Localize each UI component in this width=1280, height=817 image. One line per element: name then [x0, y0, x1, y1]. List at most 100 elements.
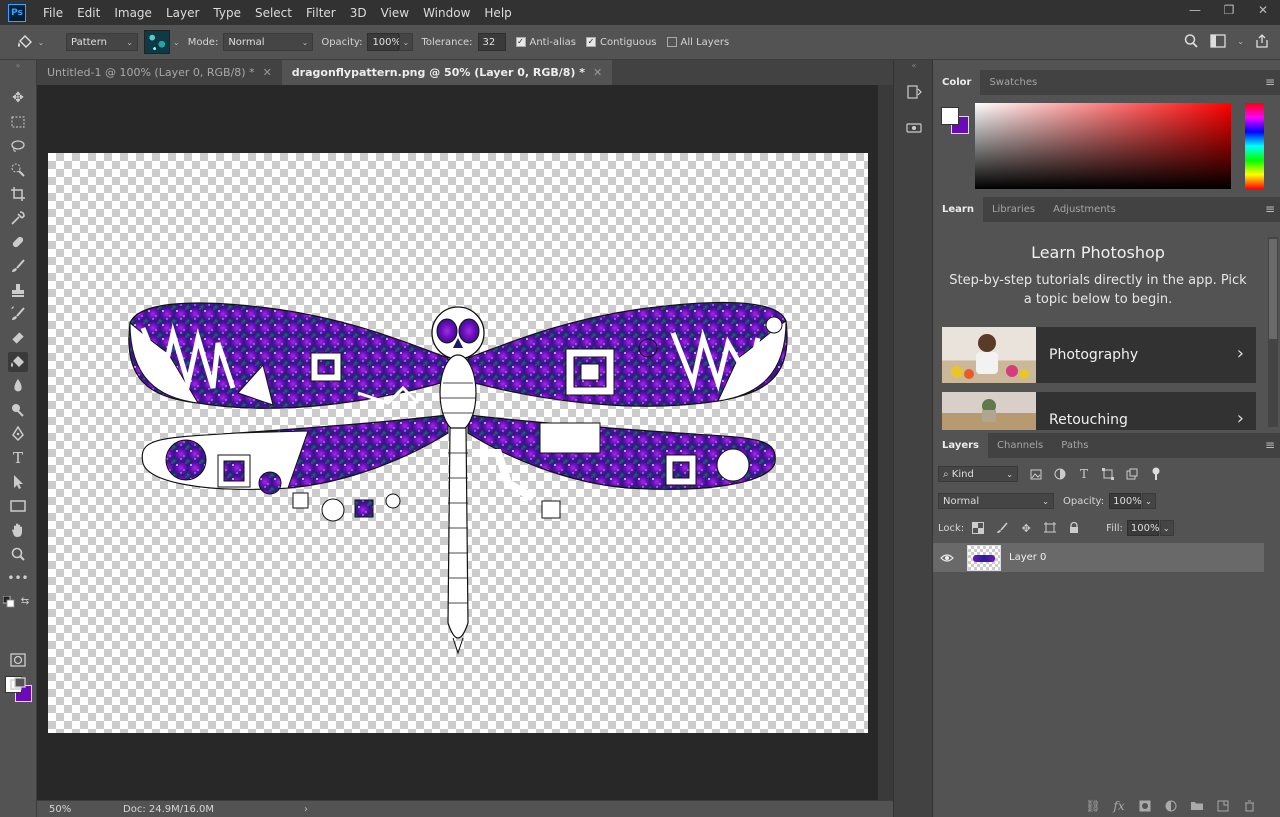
opacity-dropdown[interactable]: ⌄	[399, 33, 414, 51]
document-canvas[interactable]	[48, 153, 868, 733]
trash-icon[interactable]	[1241, 798, 1257, 814]
filter-toggle-icon[interactable]	[1148, 466, 1164, 482]
smart-object-filter-icon[interactable]	[1124, 466, 1140, 482]
chevron-down-icon[interactable]: ⌄	[1237, 37, 1244, 46]
marquee-tool-icon[interactable]	[8, 112, 28, 132]
learn-scrollbar[interactable]	[1268, 237, 1278, 427]
clone-stamp-tool-icon[interactable]	[8, 280, 28, 300]
zoom-tool-icon[interactable]	[8, 544, 28, 564]
zoom-level-field[interactable]: 50%	[49, 804, 85, 815]
lock-position-icon[interactable]: ✥	[1018, 520, 1034, 536]
layer-style-icon[interactable]: fx	[1111, 798, 1127, 814]
share-icon[interactable]	[1254, 33, 1270, 49]
crop-tool-icon[interactable]	[8, 184, 28, 204]
tolerance-input[interactable]: 32	[477, 33, 506, 51]
paint-bucket-tool-icon[interactable]	[8, 352, 28, 372]
lock-transparent-icon[interactable]	[970, 520, 986, 536]
new-layer-icon[interactable]	[1215, 798, 1231, 814]
blur-tool-icon[interactable]	[8, 376, 28, 396]
move-tool-icon[interactable]: ✥	[8, 88, 28, 108]
hand-tool-icon[interactable]	[8, 520, 28, 540]
lock-all-icon[interactable]	[1066, 520, 1082, 536]
path-selection-tool-icon[interactable]	[8, 472, 28, 492]
chevron-down-icon[interactable]: ⌄	[173, 38, 180, 47]
link-layers-icon[interactable]: ⛓	[1085, 798, 1101, 814]
dodge-tool-icon[interactable]	[8, 400, 28, 420]
panel-menu-icon[interactable]: ≡	[1265, 203, 1275, 215]
lock-artboard-icon[interactable]	[1042, 520, 1058, 536]
lasso-tool-icon[interactable]	[8, 136, 28, 156]
layer-opacity-dropdown[interactable]: ⌄	[1142, 493, 1157, 509]
anti-alias-checkbox[interactable]: ✓	[515, 37, 526, 47]
layer-mask-icon[interactable]	[1137, 798, 1153, 814]
collapse-icon[interactable]: »	[8, 60, 28, 70]
restore-button[interactable]: ❐	[1212, 0, 1246, 20]
pen-tool-icon[interactable]	[8, 424, 28, 444]
tab-learn[interactable]: Learn	[933, 197, 983, 222]
search-icon[interactable]	[1183, 33, 1199, 49]
color-spectrum-picker[interactable]	[975, 103, 1231, 189]
panel-menu-icon[interactable]: ≡	[1265, 439, 1275, 451]
close-icon[interactable]: ✕	[593, 66, 602, 79]
lock-pixels-icon[interactable]	[994, 520, 1010, 536]
pattern-picker[interactable]	[144, 30, 170, 54]
menu-select[interactable]: Select	[248, 6, 299, 20]
adjustment-filter-icon[interactable]	[1052, 466, 1068, 482]
tab-swatches[interactable]: Swatches	[980, 70, 1046, 95]
mode-select[interactable]: Normal ⌄	[223, 33, 314, 51]
menu-layer[interactable]: Layer	[159, 6, 206, 20]
layer-opacity-input[interactable]: 100%	[1109, 493, 1142, 509]
close-icon[interactable]: ✕	[263, 66, 272, 79]
all-layers-checkbox[interactable]	[666, 37, 677, 47]
menu-help[interactable]: Help	[477, 6, 518, 20]
menu-view[interactable]: View	[374, 6, 416, 20]
shape-filter-icon[interactable]	[1100, 466, 1116, 482]
close-button[interactable]: ✕	[1246, 0, 1280, 20]
hue-slider[interactable]	[1245, 103, 1264, 189]
menu-image[interactable]: Image	[107, 6, 159, 20]
fill-source-select[interactable]: Pattern ⌄	[66, 33, 138, 51]
learn-card-retouching[interactable]: Retouching ›	[942, 392, 1256, 430]
tab-layers[interactable]: Layers	[933, 433, 988, 458]
rectangle-tool-icon[interactable]	[8, 496, 28, 516]
layer-filter-select[interactable]: ⌕ Kind ⌄	[938, 466, 1018, 482]
workspace-icon[interactable]	[1209, 33, 1227, 49]
new-group-icon[interactable]	[1189, 798, 1205, 814]
menu-file[interactable]: File	[36, 6, 70, 20]
chevron-right-icon[interactable]: ›	[304, 804, 308, 815]
tool-preset-picker[interactable]: ⌄	[10, 33, 50, 51]
tab-untitled-1[interactable]: Untitled-1 @ 100% (Layer 0, RGB/8) * ✕	[37, 60, 282, 85]
history-brush-tool-icon[interactable]	[8, 304, 28, 324]
eraser-tool-icon[interactable]	[8, 328, 28, 348]
vertical-scrollbar[interactable]	[878, 85, 893, 800]
swap-colors-icon[interactable]: ⇆	[19, 595, 31, 607]
tab-color[interactable]: Color	[933, 70, 981, 95]
foreground-color-swatch[interactable]	[941, 107, 959, 125]
tab-paths[interactable]: Paths	[1052, 433, 1097, 458]
healing-brush-tool-icon[interactable]	[8, 232, 28, 252]
pixel-filter-icon[interactable]	[1028, 466, 1044, 482]
tab-adjustments[interactable]: Adjustments	[1044, 197, 1125, 222]
menu-filter[interactable]: Filter	[299, 6, 343, 20]
scroll-thumb[interactable]	[1269, 239, 1277, 339]
default-colors-icon[interactable]	[3, 596, 15, 608]
menu-3d[interactable]: 3D	[343, 6, 374, 20]
tab-libraries[interactable]: Libraries	[983, 197, 1044, 222]
quick-selection-tool-icon[interactable]	[8, 160, 28, 180]
more-tools-icon[interactable]: •••	[7, 568, 28, 588]
opacity-input[interactable]: 100%	[367, 33, 401, 51]
minimize-button[interactable]: —	[1178, 0, 1212, 20]
brush-tool-icon[interactable]	[8, 256, 28, 276]
expand-icon[interactable]: «	[904, 60, 924, 70]
tab-dragonflypattern[interactable]: dragonflypattern.png @ 50% (Layer 0, RGB…	[281, 60, 613, 85]
fill-dropdown[interactable]: ⌄	[1159, 520, 1174, 536]
learn-card-photography[interactable]: Photography ›	[942, 327, 1256, 383]
properties-panel-icon[interactable]	[904, 118, 924, 138]
menu-window[interactable]: Window	[416, 6, 477, 20]
fill-input[interactable]: 100%	[1126, 520, 1160, 536]
adjustment-layer-icon[interactable]	[1163, 798, 1179, 814]
layer-row[interactable]: Layer 0	[933, 543, 1264, 572]
type-tool-icon[interactable]: T	[8, 448, 28, 468]
eye-visibility-icon[interactable]	[939, 550, 955, 566]
menu-type[interactable]: Type	[206, 6, 248, 20]
